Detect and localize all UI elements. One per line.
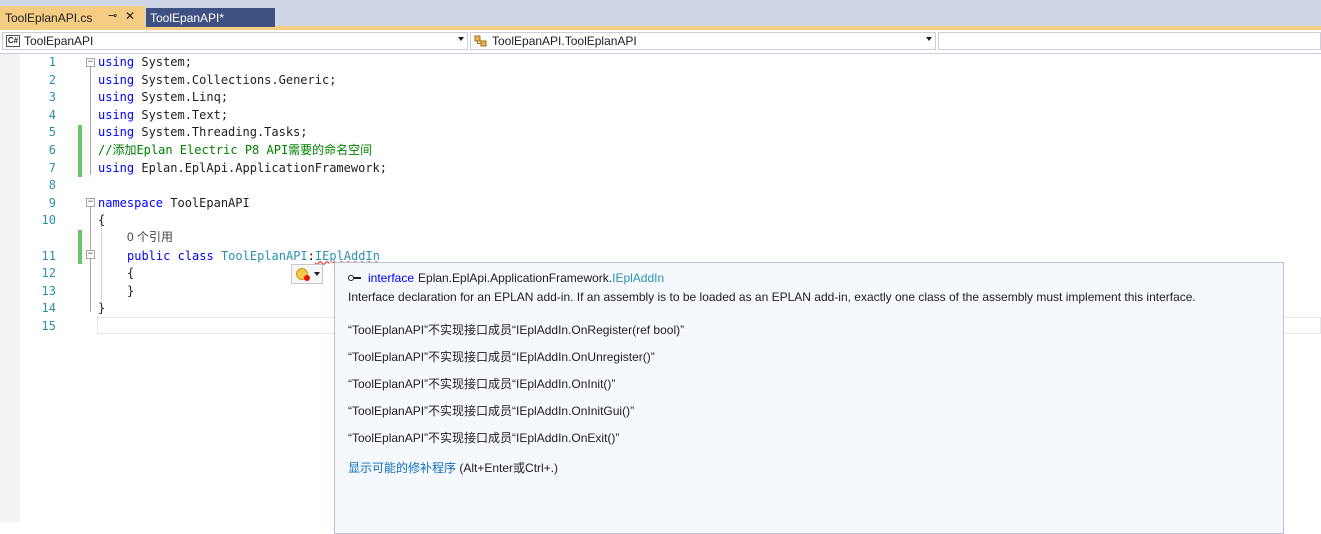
pin-icon[interactable]: ⊸ <box>108 9 120 22</box>
error-message: “ToolEplanAPI”不实现接口成员“IEplAddIn.OnInitGu… <box>348 404 635 418</box>
collapse-toggle-namespace[interactable]: − <box>86 198 95 207</box>
line-number: 6 <box>48 143 56 157</box>
tab-label: ToolEpanAPI* <box>150 10 225 25</box>
tooltip-header: interface Eplan.EplApi.ApplicationFramew… <box>348 271 664 285</box>
code-line[interactable]: //添加Eplan Electric P8 API需要的命名空间 <box>98 142 372 159</box>
keyword: class <box>177 248 214 263</box>
interface-icon <box>348 273 362 283</box>
outline-line <box>90 67 91 175</box>
line-number: 5 <box>48 125 56 140</box>
change-marker <box>78 125 82 177</box>
class-icon <box>474 35 488 47</box>
tooltip-interface-name: IEplAddIn <box>612 271 665 285</box>
tooltip-namespace: Eplan.EplApi.ApplicationFramework. <box>418 271 613 285</box>
line-number: 4 <box>48 107 56 122</box>
code-comment: //添加Eplan Electric P8 API需要的命名空间 <box>98 143 373 157</box>
collapse-toggle-usings[interactable]: − <box>86 58 95 67</box>
lightbulb-error-icon <box>296 268 310 281</box>
line-number: 12 <box>41 266 56 281</box>
error-message: “ToolEplanAPI”不实现接口成员“IEplAddIn.OnInit()… <box>348 377 616 391</box>
line-number: 1 <box>48 55 56 69</box>
type-dropdown[interactable]: ToolEpanAPI.ToolEplanAPI <box>470 32 936 50</box>
line-number: 11 <box>41 248 56 263</box>
line-number: 8 <box>48 178 56 193</box>
codelens-references[interactable]: 0 个引用 <box>127 229 173 246</box>
tab-tooleplanapi-project[interactable]: ToolEpanAPI* <box>146 8 275 27</box>
code-text: Eplan.EplApi.ApplicationFramework; <box>134 160 387 175</box>
type-dropdown-value: ToolEpanAPI.ToolEplanAPI <box>492 34 637 48</box>
class-name: ToolEplanAPI <box>220 248 308 263</box>
quick-actions-button[interactable] <box>291 264 323 284</box>
csharp-project-icon: C# <box>6 35 20 47</box>
keyword: namespace <box>98 195 164 210</box>
line-number: 2 <box>48 72 56 87</box>
code-text: : <box>307 248 315 263</box>
code-line[interactable]: } <box>98 300 105 317</box>
line-number: 14 <box>41 301 56 316</box>
interface-name-error[interactable]: IEplAddIn <box>315 249 380 263</box>
line-number: 9 <box>48 195 56 210</box>
line-number: 10 <box>41 213 56 228</box>
code-text: { <box>127 266 135 281</box>
tooltip-keyword: interface <box>368 271 415 285</box>
tab-tooleplanapi-cs[interactable]: ToolEplanAPI.cs ⊸ ✕ <box>0 6 145 29</box>
code-line[interactable]: using System; <box>98 54 192 71</box>
indicator-margin <box>0 54 20 522</box>
keyword: using <box>98 90 135 105</box>
tab-label: ToolEplanAPI.cs <box>5 10 93 25</box>
quickinfo-tooltip: interface Eplan.EplApi.ApplicationFramew… <box>334 262 1284 534</box>
code-line[interactable]: using Eplan.EplApi.ApplicationFramework; <box>98 160 387 177</box>
navigation-bar: C# ToolEpanAPI ToolEpanAPI.ToolEplanAPI <box>0 30 1321 54</box>
code-editor[interactable]: − − − 1 2 3 4 5 6 7 8 9 10 11 12 13 14 1… <box>0 54 1321 534</box>
line-number: 15 <box>41 319 56 333</box>
project-dropdown[interactable]: C# ToolEpanAPI <box>2 32 468 50</box>
code-text: System.Threading.Tasks; <box>134 125 308 140</box>
code-line[interactable]: using System.Linq; <box>98 89 228 106</box>
member-dropdown[interactable] <box>938 32 1321 50</box>
keyword: using <box>98 72 135 87</box>
error-message: “ToolEplanAPI”不实现接口成员“IEplAddIn.OnExit()… <box>348 431 620 445</box>
code-text: System.Text; <box>134 107 229 122</box>
show-potential-fixes-link[interactable]: 显示可能的修补程序 <box>348 461 456 475</box>
keyword: using <box>98 55 135 69</box>
collapse-toggle-class[interactable]: − <box>86 250 95 259</box>
code-text: System.Linq; <box>134 90 229 105</box>
code-line[interactable]: namespace ToolEpanAPI <box>98 195 250 212</box>
indent-guide <box>101 224 102 299</box>
error-message: “ToolEplanAPI”不实现接口成员“IEplAddIn.OnRegist… <box>348 323 685 337</box>
close-icon[interactable]: ✕ <box>125 9 135 23</box>
keyword: using <box>98 125 135 140</box>
fix-shortcut-hint: (Alt+Enter或Ctrl+.) <box>456 461 559 475</box>
code-text: { <box>98 213 106 228</box>
line-number: 7 <box>48 160 56 175</box>
code-line[interactable]: using System.Collections.Generic; <box>98 72 336 89</box>
outline-line <box>90 207 91 312</box>
chevron-down-icon[interactable] <box>926 37 932 41</box>
code-text: ToolEpanAPI <box>163 195 250 210</box>
code-line[interactable]: using System.Text; <box>98 107 228 124</box>
keyword: using <box>98 160 135 175</box>
chevron-down-icon[interactable] <box>458 37 464 41</box>
keyword: using <box>98 107 135 122</box>
project-dropdown-value: ToolEpanAPI <box>24 34 94 48</box>
change-marker <box>78 230 82 264</box>
code-text: } <box>98 301 106 316</box>
code-line[interactable]: { <box>127 265 134 282</box>
code-text: System.Collections.Generic; <box>134 72 337 87</box>
line-number: 13 <box>41 283 56 298</box>
line-number: 3 <box>48 90 56 105</box>
keyword: public <box>127 248 171 263</box>
tooltip-description: Interface declaration for an EPLAN add-i… <box>348 290 1196 304</box>
code-text: } <box>127 283 135 298</box>
code-line[interactable]: using System.Threading.Tasks; <box>98 124 308 141</box>
chevron-down-icon <box>314 272 320 276</box>
document-tab-strip: ToolEplanAPI.cs ⊸ ✕ ToolEpanAPI* <box>0 0 1321 30</box>
code-line[interactable]: } <box>127 283 134 300</box>
error-message: “ToolEplanAPI”不实现接口成员“IEplAddIn.OnUnregi… <box>348 350 655 364</box>
code-line[interactable]: { <box>98 212 105 229</box>
code-text: System; <box>134 55 192 69</box>
show-fixes-row: 显示可能的修补程序 (Alt+Enter或Ctrl+.) <box>348 459 558 476</box>
